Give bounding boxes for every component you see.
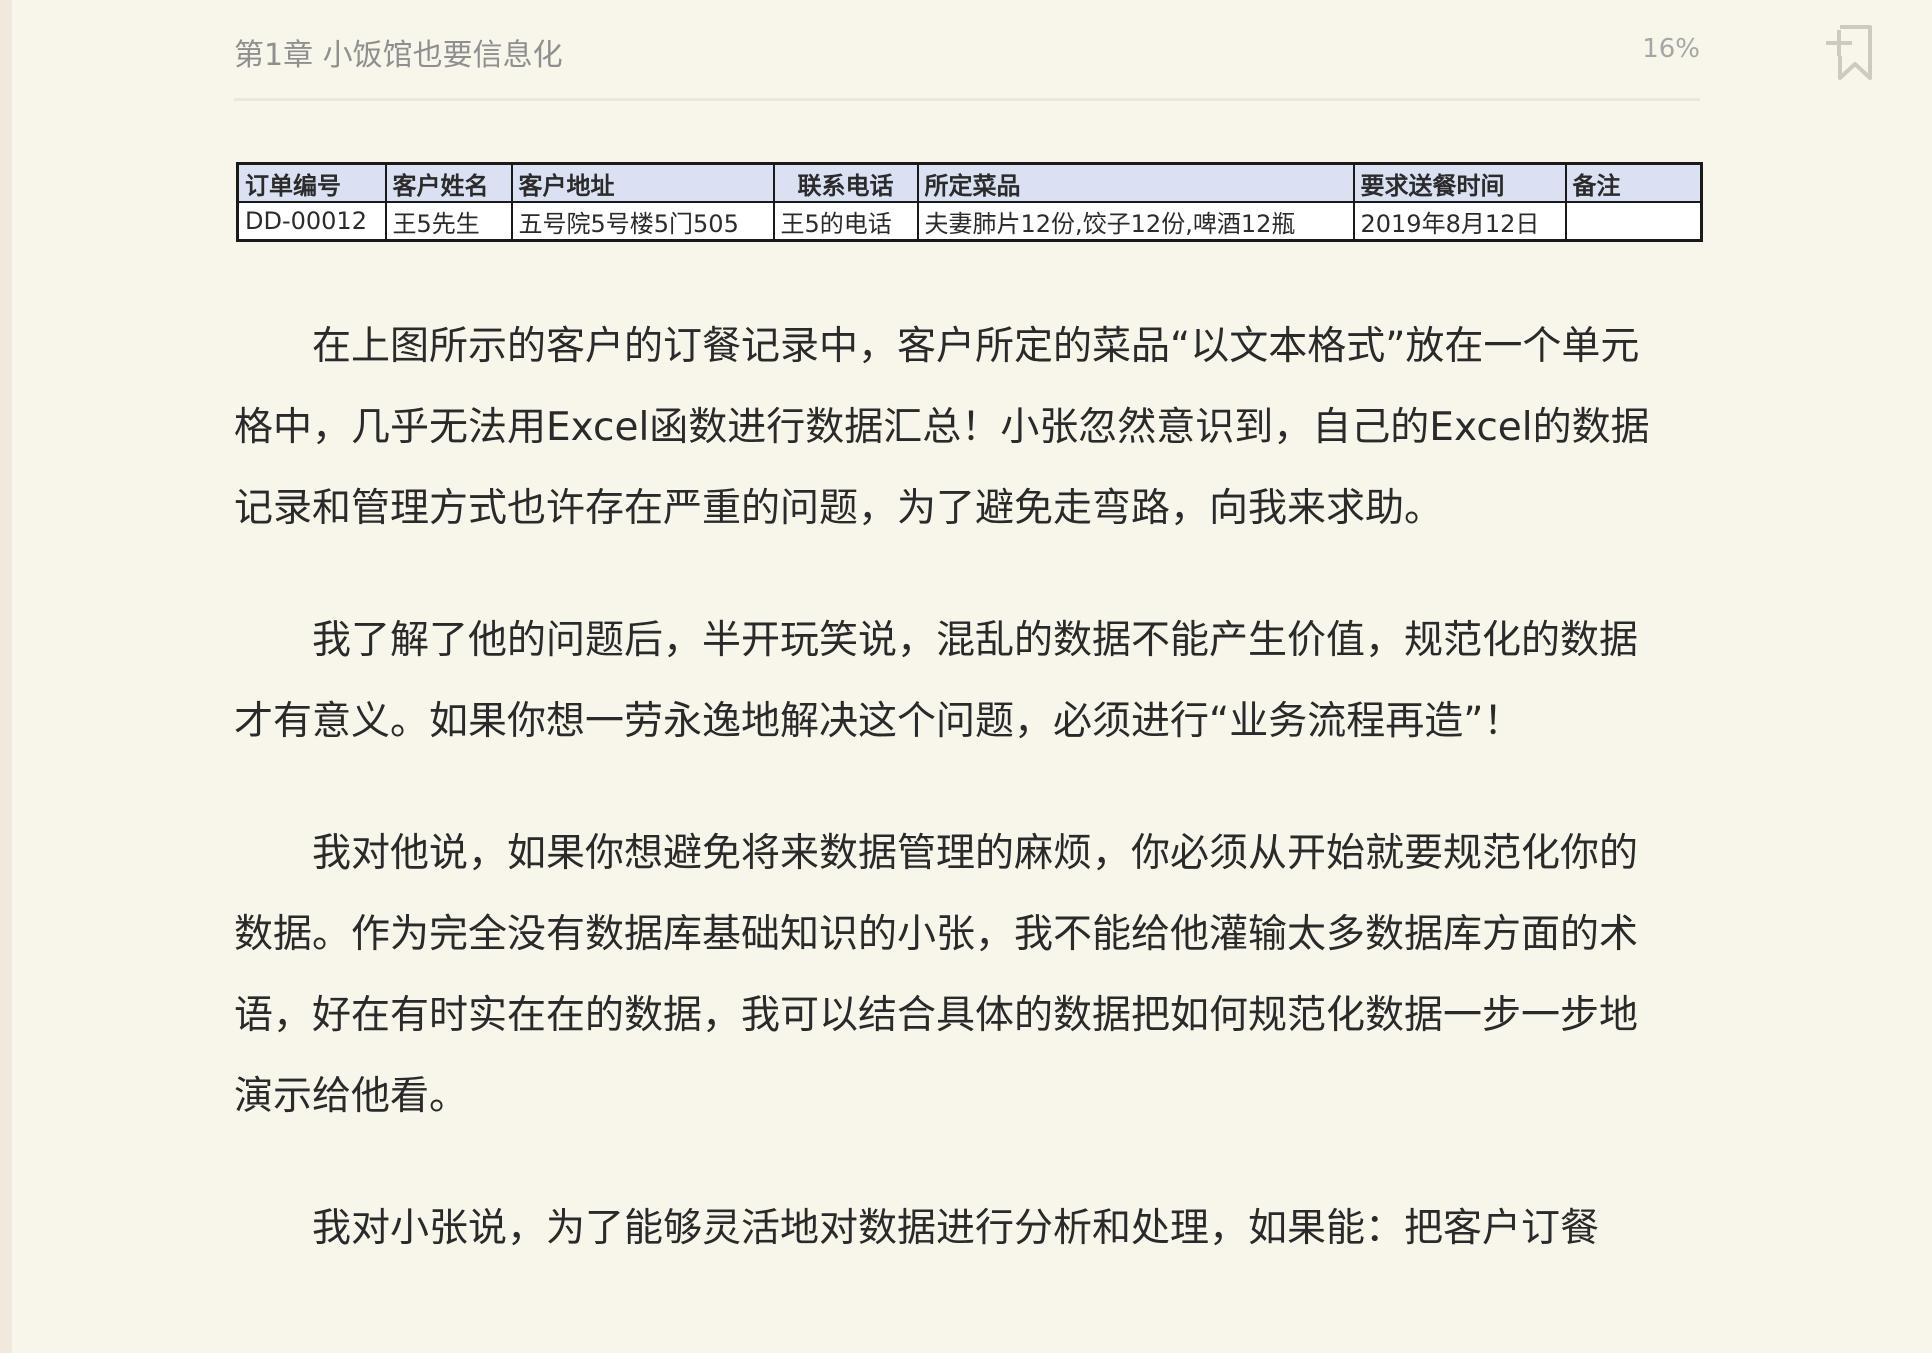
- book-content: 在上图所示的客户的订餐记录中，客户所定的菜品“以文本格式”放在一个单元格中，几乎…: [234, 306, 1674, 1320]
- column-header: 客户地址: [510, 162, 775, 203]
- table-cell: 五号院5号楼5门505: [510, 201, 775, 242]
- paragraph: 在上图所示的客户的订餐记录中，客户所定的菜品“以文本格式”放在一个单元格中，几乎…: [234, 324, 1650, 531]
- column-header: 客户姓名: [384, 162, 513, 203]
- column-header: 订单编号: [236, 162, 387, 203]
- order-record-table: 订单编号 客户姓名 客户地址 联系电话 所定菜品 要求送餐时间 备注 DD-00…: [236, 162, 1703, 242]
- table-cell: 王5先生: [384, 201, 513, 242]
- paragraph: 我对小张说，为了能够灵活地对数据进行分析和处理，如果能：把客户订餐: [312, 1206, 1600, 1251]
- table-cell: DD-00012: [236, 201, 387, 242]
- reading-progress: 16%: [1642, 34, 1700, 64]
- add-bookmark-icon[interactable]: [1822, 22, 1878, 84]
- reader-header: 第1章 小饭馆也要信息化 16%: [234, 22, 1700, 101]
- column-header: 联系电话: [772, 162, 919, 203]
- table-cell: [1564, 201, 1703, 242]
- chapter-title: 第1章 小饭馆也要信息化: [234, 38, 563, 73]
- paragraph: 我了解了他的问题后，半开玩笑说，混乱的数据不能产生价值，规范化的数据才有意义。如…: [234, 618, 1639, 744]
- column-header: 备注: [1564, 162, 1703, 203]
- paragraph: 我对他说，如果你想避免将来数据管理的麻烦，你必须从开始就要规范化你的数据。作为完…: [234, 831, 1639, 1119]
- table-cell: 王5的电话: [772, 201, 919, 242]
- table-cell: 夫妻肺片12份,饺子12份,啤酒12瓶: [916, 201, 1355, 242]
- column-header: 所定菜品: [916, 162, 1355, 203]
- column-header: 要求送餐时间: [1352, 162, 1567, 203]
- table-cell: 2019年8月12日: [1352, 201, 1567, 242]
- window-edge: [0, 0, 12, 1353]
- table-row: DD-00012 王5先生 五号院5号楼5门505 王5的电话 夫妻肺片12份,…: [236, 201, 1703, 242]
- table-header-row: 订单编号 客户姓名 客户地址 联系电话 所定菜品 要求送餐时间 备注: [236, 162, 1703, 203]
